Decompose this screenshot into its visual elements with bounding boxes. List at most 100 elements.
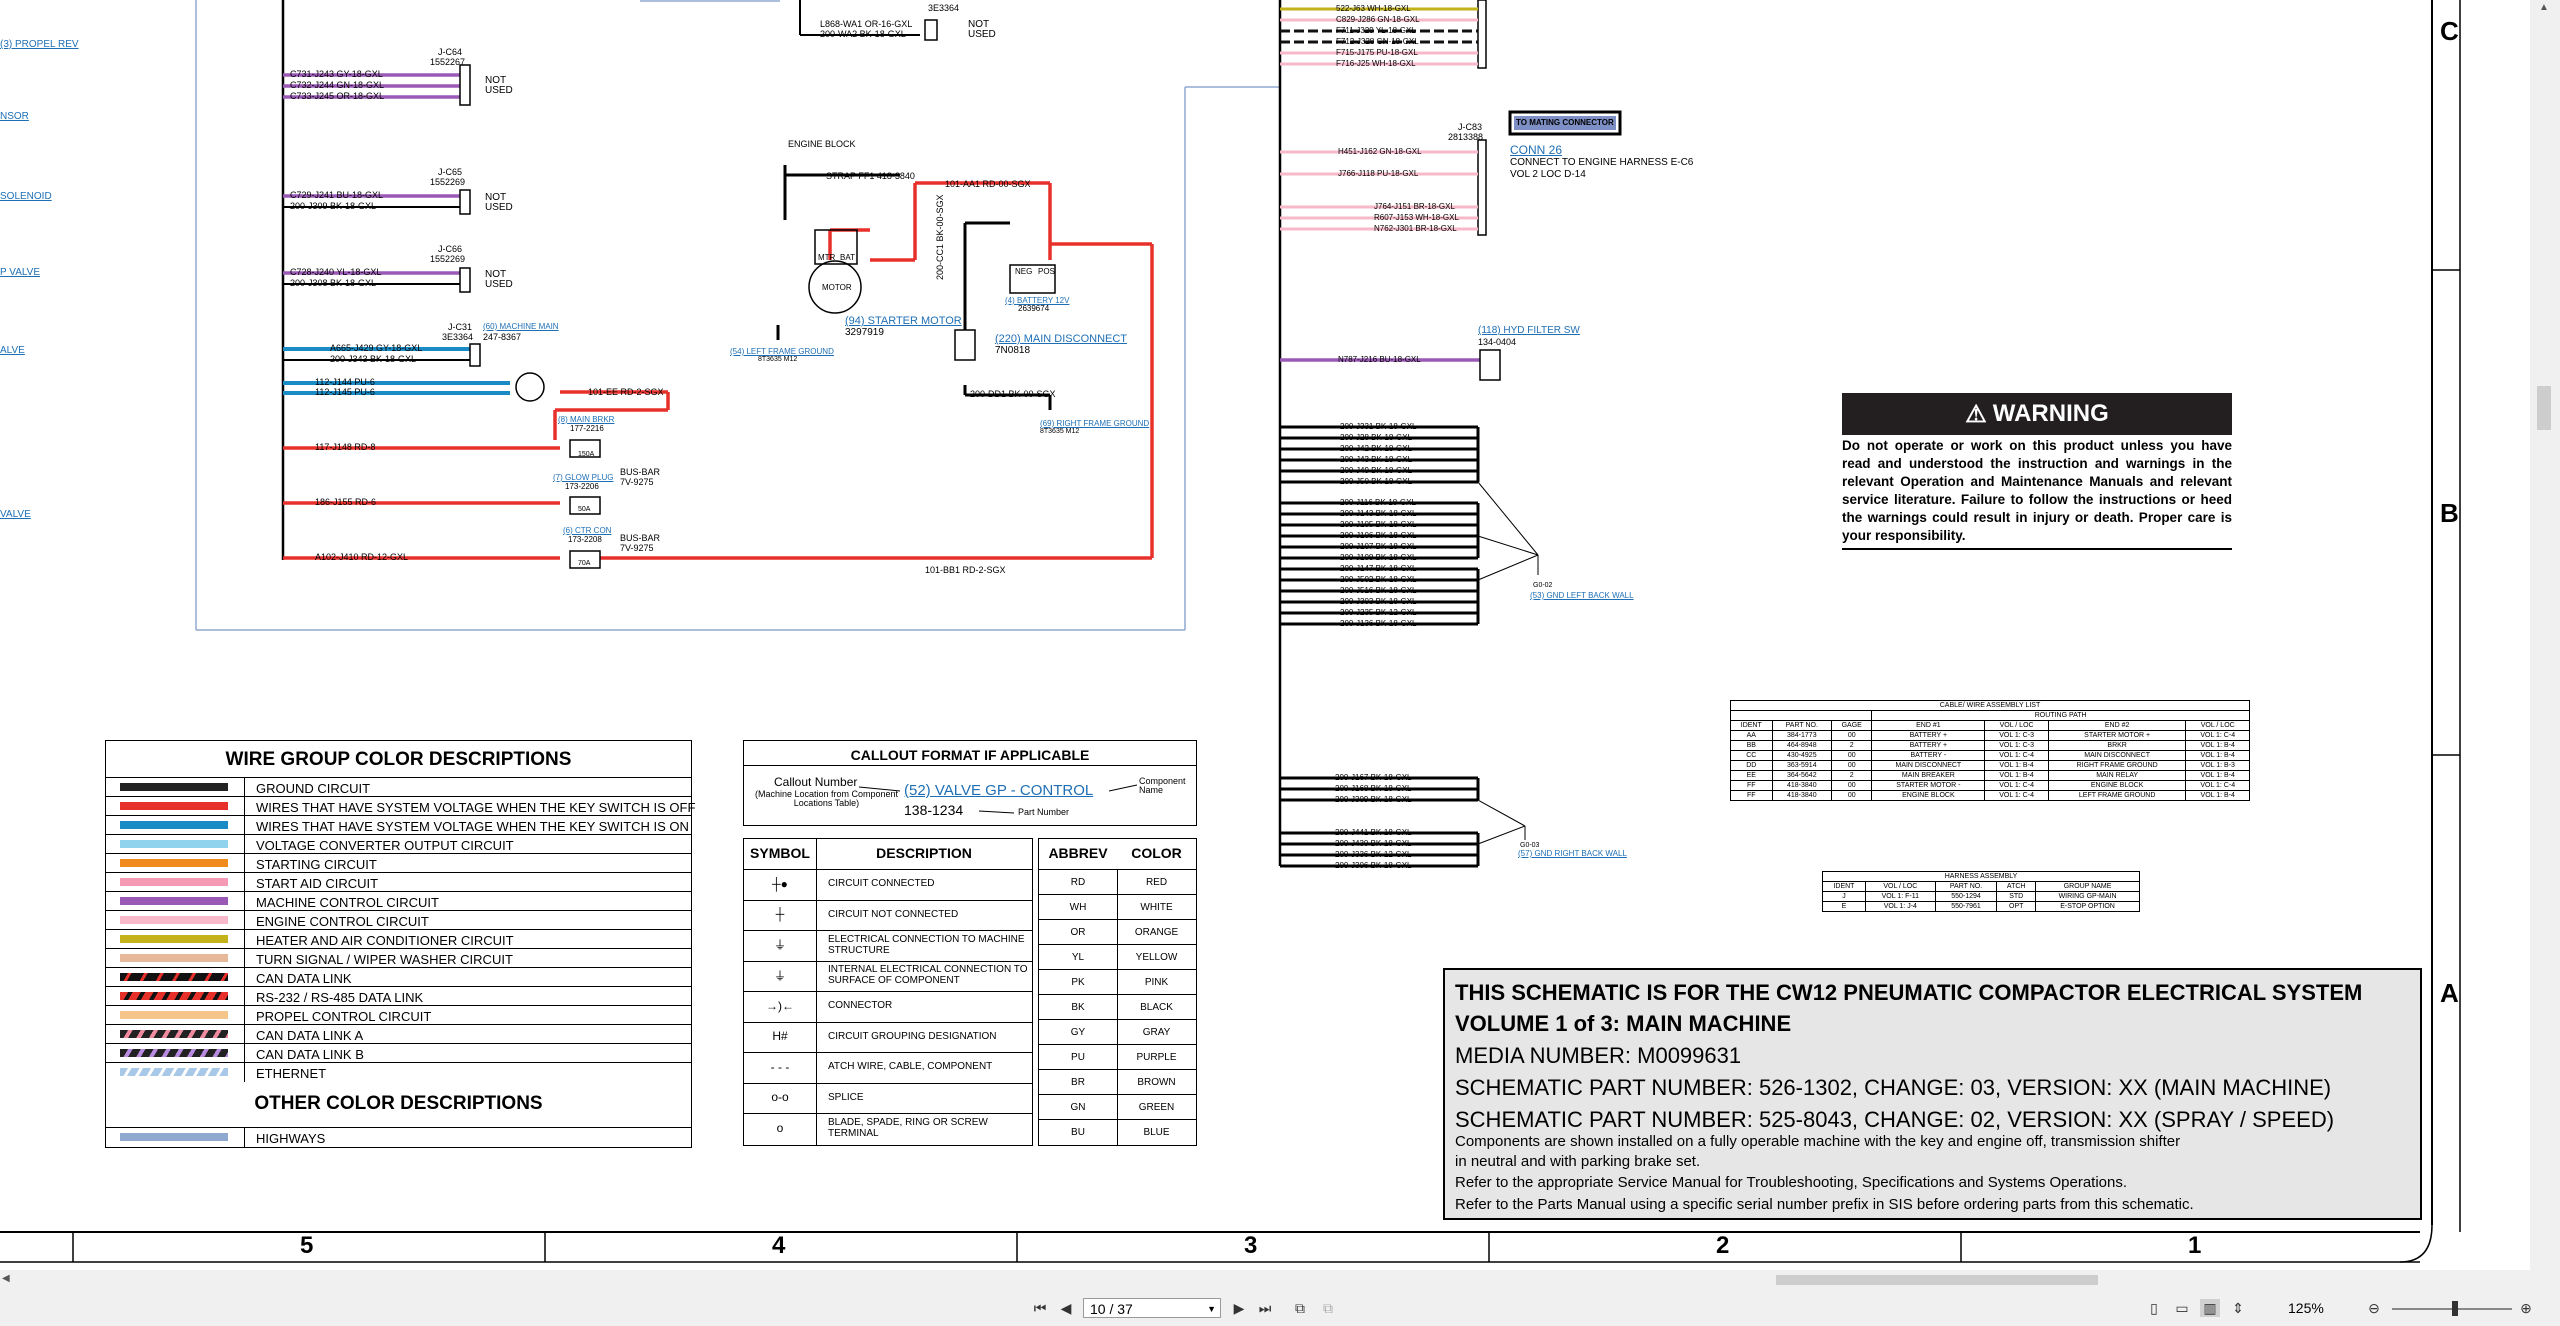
harness-cell: WIRING GP-MAIN [2035,891,2140,902]
left-link-sensor[interactable]: NSOR [0,112,29,122]
wire-group-row: WIRES THAT HAVE SYSTEM VOLTAGE WHEN THE … [106,815,691,835]
left-link-p-valve[interactable]: P VALVE [0,268,40,278]
wire-label: F711-J329 YL-18-GXL [1336,26,1416,35]
wire-label: 200-J43 BK-18-GXL [1340,455,1413,464]
cable-cell: VOL 1: C-4 [1984,780,2049,791]
wire-label: F715-J175 PU-18-GXL [1336,48,1418,57]
starter-motor-link[interactable]: (94) STARTER MOTOR [845,316,962,327]
not-used-label: NOT USED [485,75,513,96]
warning-rule [1842,548,2232,550]
wire-label: 186-J155 RD-6 [315,497,377,507]
abbrev-color: GRAY [1142,1027,1171,1038]
conn26-link[interactable]: CONN 26 [1510,144,1562,156]
wire-label: L868-WA1 OR-16-GXL [820,19,913,29]
scroll-left-icon[interactable]: ◀ [2,1273,10,1284]
abbrev-header: ABBREV [1048,845,1108,861]
zoom-slider-knob[interactable] [2452,1301,2458,1316]
connector-jc65-id: J-C65 [438,167,463,177]
left-link-valve[interactable]: ALVE [0,346,25,356]
harness-cell: VOL 1: J-4 [1864,901,1936,912]
wire-label: 112-J145 PU-6 [315,387,375,397]
cable-row: CC 430-4925 00 BATTERY - VOL 1: C-4 MAIN DISC… [1730,750,2250,761]
right-frame-ground-link[interactable]: (69) RIGHT FRAME GROUND [1040,420,1149,428]
wire-group-label: MACHINE CONTROL CIRCUIT [256,895,439,910]
next-page-icon[interactable]: ▶ [1229,1299,1249,1317]
wire-group-row: CAN DATA LINK A [106,1024,691,1044]
page-dropdown-icon[interactable]: ▼ [1207,1299,1216,1319]
abbrev-row: PK PINK [1039,969,1196,997]
zone-column-5: 5 [300,1232,314,1259]
wire-label: C732-J244 GN-18-GXL [290,80,385,90]
harness-row: J VOL 1: F-11 550-1294 STD WIRING GP-MAIN [1822,891,2140,902]
wire-label: C731-J243 GY-18-GXL [290,69,383,79]
wire-color-swatch [120,916,228,924]
glow-plug-pn: 173-2206 [565,482,599,491]
main-breaker-link[interactable]: (8) MAIN BRKR [558,416,614,424]
cable-header: IDENT [1730,720,1773,731]
main-disconnect-pn: 7N0818 [995,345,1031,356]
wire-label: 200-J430 BK-18-GXL [1335,839,1412,848]
wire-label: A665-J429 GY-18-GXL [330,343,423,353]
harness-cell: VOL 1: F-11 [1864,891,1936,902]
copy-disabled-icon: ⧉ [1323,1299,1333,1316]
single-page-view-icon[interactable]: ▯ [2144,1299,2164,1317]
wire-label: 200-J107 BK-18-GXL [1340,542,1417,551]
wire-label: 522-J63 WH-18-GXL [1336,4,1411,13]
copy-icon[interactable]: ⧉ [1290,1299,1310,1317]
symbol-header: SYMBOL [750,845,810,861]
horizontal-scrollbar[interactable]: ◀ [0,1273,2528,1287]
wire-color-swatch [120,859,228,867]
abbrev-code: YL [1071,952,1085,963]
cable-cell: MAIN BREAKER [1871,770,1986,781]
wire-label: 200-J303 BK-18-GXL [1340,597,1417,606]
scroll-up-icon[interactable]: ▲ [2539,2,2549,13]
fit-view-icon[interactable]: ⇕ [2228,1299,2248,1317]
wire-label: 200-J502 BK-18-GXL [1340,575,1417,584]
main-disconnect-link[interactable]: (220) MAIN DISCONNECT [995,334,1127,345]
relay-link[interactable]: (60) MACHINE MAIN [483,323,559,331]
vertical-scrollbar[interactable]: ▲ [2530,0,2560,1270]
wire-label: 200-J105 BK-18-GXL [1340,520,1417,529]
horizontal-scroll-thumb[interactable] [1776,1275,2098,1285]
left-link-propel[interactable]: (3) PROPEL REV [0,40,79,50]
glow-plug-link[interactable]: (7) GLOW PLUG [553,474,613,482]
cable-cell: 363-5914 [1771,760,1833,771]
hyd-filter-link[interactable]: (118) HYD FILTER SW [1478,326,1580,336]
harness-cell: J [1822,891,1866,902]
cable-header: END #2 [2047,720,2187,731]
vertical-scroll-thumb[interactable] [2537,386,2551,430]
right-back-wall-link[interactable]: (57) GND RIGHT BACK WALL [1518,850,1627,858]
left-frame-ground-link[interactable]: (54) LEFT FRAME GROUND [730,348,834,356]
wire-color-swatch [120,935,228,943]
continuous-view-icon[interactable]: ▭ [2172,1299,2192,1317]
left-link-solenoid[interactable]: SOLENOID [0,192,52,202]
fuse-rating: 50A [578,506,591,513]
two-page-view-icon[interactable]: ▥ [2200,1299,2220,1317]
wire-label: 200-J50 BK-18-GXL [1340,477,1413,486]
wire-group-row: CAN DATA LINK [106,967,691,987]
warning-icon: ⚠ [1965,400,1987,428]
cable-cell: DD [1730,760,1773,771]
zone-column-2: 2 [1716,1232,1730,1259]
cable-cell: 418-3840 [1771,780,1833,791]
cable-cell: VOL 1: B-4 [2185,740,2250,751]
cable-cell: 00 [1831,750,1873,761]
wire-label: C829-J286 GN-18-GXL [1336,15,1420,24]
cable-cell: CC [1730,750,1773,761]
wire-color-swatch [120,992,228,1000]
left-back-wall-link[interactable]: (53) GND LEFT BACK WALL [1530,592,1634,600]
last-page-icon[interactable]: ⏭ [1255,1299,1275,1317]
abbrev-row: BK BLACK [1039,994,1196,1022]
wire-group-row: ENGINE CONTROL CIRCUIT [106,910,691,930]
first-page-icon[interactable]: ⏮ [1030,1299,1050,1317]
ctr-con-link[interactable]: (6) CTR CON [563,527,611,535]
symbol-row: o BLADE, SPADE, RING OR SCREW TERMINAL [744,1113,1032,1141]
zoom-out-icon[interactable]: ⊖ [2364,1299,2384,1317]
wire-label: 200-J235 BK-12-GXL [1340,608,1417,617]
prev-page-icon[interactable]: ◀ [1056,1299,1076,1317]
zoom-in-icon[interactable]: ⊕ [2516,1299,2536,1317]
abbrev-color: WHITE [1140,902,1173,913]
wire-label: 200-J441 BK-18-GXL [1335,828,1412,837]
page-number-input[interactable]: 10 / 37 ▼ [1083,1298,1221,1318]
left-link-valve-2[interactable]: VALVE [0,510,31,520]
